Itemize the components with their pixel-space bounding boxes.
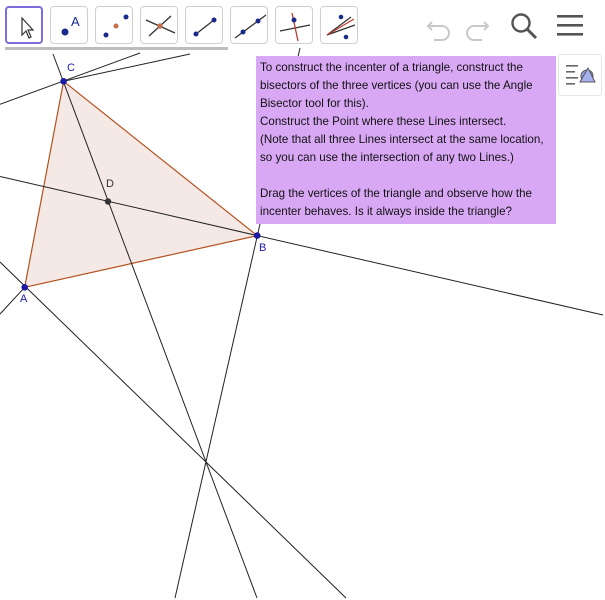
- point-a[interactable]: [21, 284, 29, 291]
- instruction-line: Drag the vertices of the triangle and ob…: [260, 187, 532, 200]
- instruction-line: so you can use the intersection of any t…: [260, 151, 514, 164]
- instruction-line: incenter behaves. Is it always inside th…: [260, 205, 512, 218]
- label-c: C: [67, 62, 75, 74]
- bisector-a[interactable]: [0, 261, 347, 599]
- label-d: D: [106, 178, 114, 190]
- instruction-line: [260, 167, 552, 185]
- label-b: B: [259, 242, 267, 254]
- instruction-line: To construct the incenter of a triangle,…: [260, 61, 523, 74]
- point-d[interactable]: [104, 198, 112, 205]
- instruction-line: Bisector tool for this).: [260, 97, 369, 110]
- instruction-text-box[interactable]: To construct the incenter of a triangle,…: [256, 56, 556, 224]
- label-a: A: [20, 293, 28, 305]
- bisector-c[interactable]: [52, 53, 258, 599]
- instruction-line: Construct the Point where these Lines in…: [260, 115, 507, 128]
- point-b[interactable]: [253, 232, 261, 239]
- triangle-abc[interactable]: [23, 80, 259, 289]
- point-c[interactable]: [60, 78, 67, 85]
- style-bar-toggle[interactable]: [558, 54, 602, 96]
- instruction-line: bisectors of the three vertices (you can…: [260, 79, 533, 92]
- style-bar-icon: [566, 65, 596, 85]
- instruction-line: (Note that all three Lines intersect at …: [260, 133, 544, 146]
